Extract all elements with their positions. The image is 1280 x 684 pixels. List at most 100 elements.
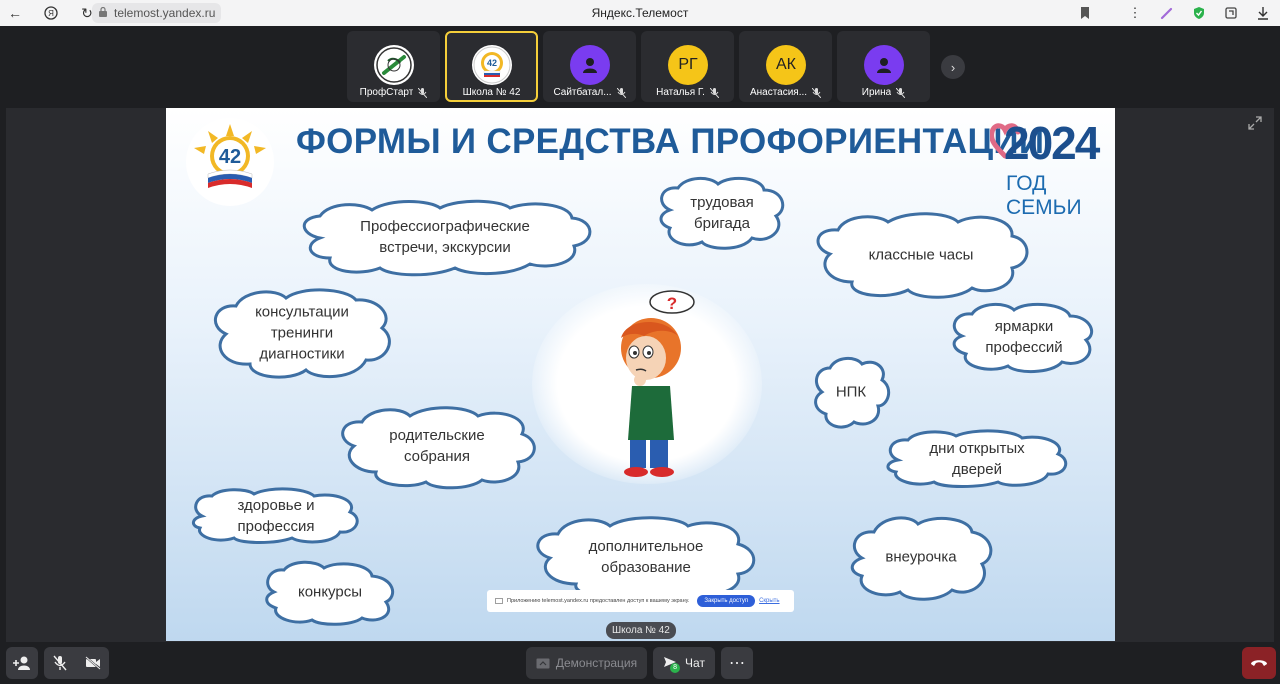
cloud-contests: конкурсы xyxy=(260,560,400,626)
avatar: АК xyxy=(766,45,806,85)
cloud-consultations: консультации тренинги диагностики xyxy=(206,284,398,382)
participant-strip: ПрофСтарт 42 Школа № 42 Сайтбатал... РГ … xyxy=(347,31,930,102)
screen-share-button[interactable]: Демонстрация xyxy=(526,647,647,679)
cloud-label: конкурсы xyxy=(297,583,363,601)
participant-tile[interactable]: АК Анастасия... xyxy=(739,31,832,102)
invite-button[interactable] xyxy=(6,647,38,679)
participant-tile[interactable]: ПрофСтарт xyxy=(347,31,440,102)
avatar: 42 xyxy=(472,45,512,85)
svg-text:42: 42 xyxy=(487,58,497,68)
svg-text:42: 42 xyxy=(219,146,241,168)
ellipsis-icon: ⋯ xyxy=(729,655,745,672)
mic-off-icon xyxy=(53,655,67,671)
url-text: telemost.yandex.ru xyxy=(114,6,216,20)
cloud-label: дни открытых дверей xyxy=(929,440,1025,478)
avatar xyxy=(570,45,610,85)
cloud-label: консультации тренинги диагностики xyxy=(255,303,349,363)
hang-up-icon xyxy=(1251,660,1267,666)
participant-tile[interactable]: РГ Наталья Г. xyxy=(641,31,734,102)
cloud-parent-meetings: родительские собрания xyxy=(334,404,540,490)
cloud-extracurricular: внеурочка xyxy=(846,512,996,602)
bookmark-icon[interactable] xyxy=(1074,2,1096,24)
cloud-additional-education: дополнительное образование xyxy=(528,514,764,602)
cloud-professiographic: Профессиографические встречи, экскурсии xyxy=(290,198,600,277)
address-bar[interactable]: telemost.yandex.ru xyxy=(92,3,222,23)
participant-name: Школа № 42 xyxy=(462,87,521,98)
cloud-label: дополнительное образование xyxy=(588,538,704,576)
avatar-initials: РГ xyxy=(678,56,698,73)
participant-name: Ирина xyxy=(861,87,892,98)
profstart-logo-icon xyxy=(376,47,412,83)
cloud-job-fairs: ярмарки профессий xyxy=(946,300,1102,374)
avatar: РГ xyxy=(668,45,708,85)
speaker-name-badge: Школа № 42 xyxy=(606,622,676,639)
mic-off-icon xyxy=(418,87,428,98)
school-42-logo-icon: 42 xyxy=(473,46,511,84)
screen-icon xyxy=(495,598,503,604)
hide-link[interactable]: Скрыть xyxy=(759,598,779,604)
cloud-labor-brigade: трудовая бригада xyxy=(652,174,792,252)
cloud-label: классные часы xyxy=(868,246,974,264)
cloud-label: здоровье и профессия xyxy=(237,497,315,535)
mic-off-icon xyxy=(616,87,626,98)
chat-label: Чат xyxy=(685,656,705,670)
year-logo: 2024 xyxy=(1004,117,1100,169)
cloud-label: НПК xyxy=(835,383,867,401)
chat-unread-badge: 8 xyxy=(670,663,681,673)
participant-tile[interactable]: Ирина xyxy=(837,31,930,102)
thinking-boy-illustration: ? xyxy=(621,290,695,477)
microphone-toggle[interactable] xyxy=(44,647,76,679)
cloud-npk: НПК xyxy=(810,354,892,430)
screen-share-notice: Приложению telemost.yandex.ru предоставл… xyxy=(487,590,794,612)
leave-call-button[interactable] xyxy=(1242,647,1276,679)
avatar xyxy=(864,45,904,85)
more-menu-icon[interactable]: ⋮ xyxy=(1124,2,1146,24)
screen-share-label: Демонстрация xyxy=(555,656,638,670)
chevron-right-icon[interactable]: › xyxy=(941,55,965,79)
browser-toolbar: ← Я ↻ telemost.yandex.ru Яндекс.Телемост… xyxy=(0,0,1280,26)
svg-text:Я: Я xyxy=(48,9,54,18)
pen-icon[interactable] xyxy=(1156,2,1178,24)
cloud-label: Профессиографические встречи, экскурсии xyxy=(360,218,530,256)
mic-off-icon xyxy=(709,87,719,98)
yandex-logo-icon[interactable]: Я xyxy=(40,2,62,24)
mic-off-icon xyxy=(896,87,906,98)
participant-name: ПрофСтарт xyxy=(359,87,414,98)
slide-title: ФОРМЫ И СРЕДСТВА ПРОФОРИЕНТАЦИИ xyxy=(296,122,1045,161)
cloud-class-hours: классные часы xyxy=(808,210,1034,300)
fullscreen-icon[interactable] xyxy=(1248,116,1268,132)
cloud-label: трудовая бригада xyxy=(690,194,754,232)
participant-tile-active[interactable]: 42 Школа № 42 xyxy=(445,31,538,102)
screen-share-icon xyxy=(536,658,550,668)
chat-button[interactable]: 8 Чат xyxy=(653,647,715,679)
user-icon xyxy=(877,58,891,73)
camera-off-icon xyxy=(84,656,101,670)
cloud-label: родительские собрания xyxy=(389,427,485,465)
camera-toggle[interactable] xyxy=(76,647,109,679)
svg-text:?: ? xyxy=(667,294,677,313)
close-access-button[interactable]: Закрыть доступ xyxy=(697,595,756,607)
screen-share-text: Приложению telemost.yandex.ru предоставл… xyxy=(507,598,690,604)
back-arrow-icon[interactable]: ← xyxy=(4,2,26,24)
mic-off-icon xyxy=(812,87,822,98)
add-user-icon xyxy=(13,656,30,670)
cloud-label: внеурочка xyxy=(885,548,957,566)
cloud-health-profession: здоровье и профессия xyxy=(188,487,364,544)
avatar-initials: АК xyxy=(776,56,796,73)
cloud-label: ярмарки профессий xyxy=(985,318,1063,356)
extensions-icon[interactable] xyxy=(1220,2,1242,24)
shared-screen-slide: 42 ФОРМЫ И СРЕДСТВА ПРОФОРИЕНТАЦИИ 2024 … xyxy=(166,108,1115,641)
cloud-open-days: дни открытых дверей xyxy=(882,429,1072,488)
shield-icon[interactable] xyxy=(1188,2,1210,24)
call-toolbar: Демонстрация 8 Чат ⋯ xyxy=(0,644,1280,684)
participant-tile[interactable]: Сайтбатал... xyxy=(543,31,636,102)
user-icon xyxy=(583,58,597,73)
participant-name: Анастасия... xyxy=(749,87,808,98)
more-options-button[interactable]: ⋯ xyxy=(721,647,753,679)
download-icon[interactable] xyxy=(1252,2,1274,24)
avatar xyxy=(374,45,414,85)
participant-name: Сайтбатал... xyxy=(553,87,612,98)
school-logo: 42 xyxy=(186,118,274,206)
lock-icon xyxy=(99,7,107,17)
participant-name: Наталья Г. xyxy=(656,87,705,98)
